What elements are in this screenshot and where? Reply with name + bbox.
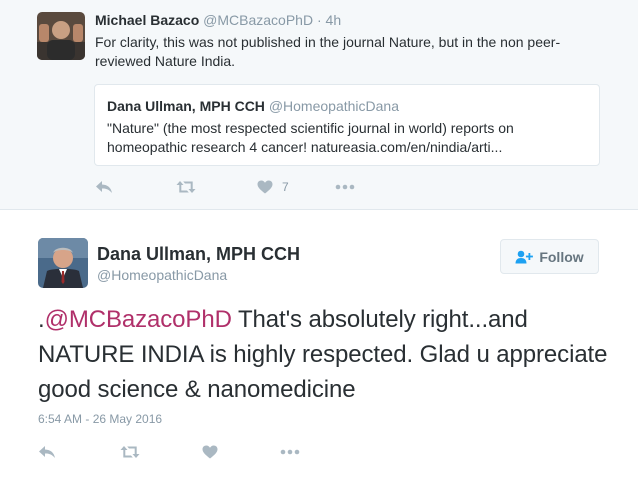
follow-button[interactable]: Follow: [500, 239, 599, 274]
main-avatar[interactable]: [38, 238, 88, 288]
more-icon: [335, 184, 355, 190]
author-handle[interactable]: @MCBazacoPhD: [203, 12, 313, 28]
mention-link[interactable]: @MCBazacoPhD: [45, 306, 232, 333]
like-button[interactable]: [202, 442, 218, 462]
time-separator: ·: [316, 12, 322, 28]
retweet-icon: [176, 181, 196, 193]
quoted-tweet[interactable]: Dana Ullman, MPH CCH @HomeopathicDana "N…: [94, 84, 600, 166]
parent-tweet-header: Michael Bazaco @MCBazacoPhD · 4h: [95, 11, 615, 30]
avatar[interactable]: [37, 12, 85, 60]
main-tweet-text: .@MCBazacoPhD That's absolutely right...…: [38, 302, 608, 407]
retweet-icon: [120, 446, 140, 458]
add-user-icon: [515, 250, 534, 263]
reply-icon: [96, 181, 112, 193]
heart-icon: [202, 445, 218, 459]
reply-button[interactable]: [95, 177, 113, 197]
more-icon: [280, 449, 300, 455]
follow-label: Follow: [539, 248, 584, 265]
main-author-handle[interactable]: @HomeopathicDana: [97, 267, 227, 283]
like-count: 7: [282, 180, 289, 194]
retweet-button[interactable]: [176, 177, 196, 197]
heart-icon: [257, 180, 273, 194]
main-author-name[interactable]: Dana Ullman, MPH CCH: [97, 244, 300, 265]
quoted-author-handle: @HomeopathicDana: [268, 98, 399, 114]
reply-button[interactable]: [38, 442, 56, 462]
tweet-timestamp[interactable]: 6:54 AM - 26 May 2016: [38, 412, 162, 426]
tweet-time[interactable]: 4h: [326, 12, 342, 28]
like-button[interactable]: 7: [257, 177, 289, 197]
author-name[interactable]: Michael Bazaco: [95, 12, 199, 28]
more-button[interactable]: [280, 442, 300, 462]
text-prefix: .: [38, 306, 45, 333]
parent-tweet-actions: 7: [95, 177, 365, 197]
tweet-text: For clarity, this was not published in t…: [95, 34, 561, 69]
retweet-button[interactable]: [120, 442, 140, 462]
quoted-tweet-header: Dana Ullman, MPH CCH @HomeopathicDana: [107, 97, 399, 115]
more-button[interactable]: [335, 177, 355, 197]
quoted-author-name: Dana Ullman, MPH CCH: [107, 98, 265, 114]
main-tweet-actions: [38, 442, 308, 462]
reply-icon: [39, 446, 55, 458]
parent-tweet[interactable]: Michael Bazaco @MCBazacoPhD · 4h For cla…: [0, 0, 638, 210]
quoted-tweet-text: "Nature" (the most respected scientific …: [107, 120, 514, 155]
